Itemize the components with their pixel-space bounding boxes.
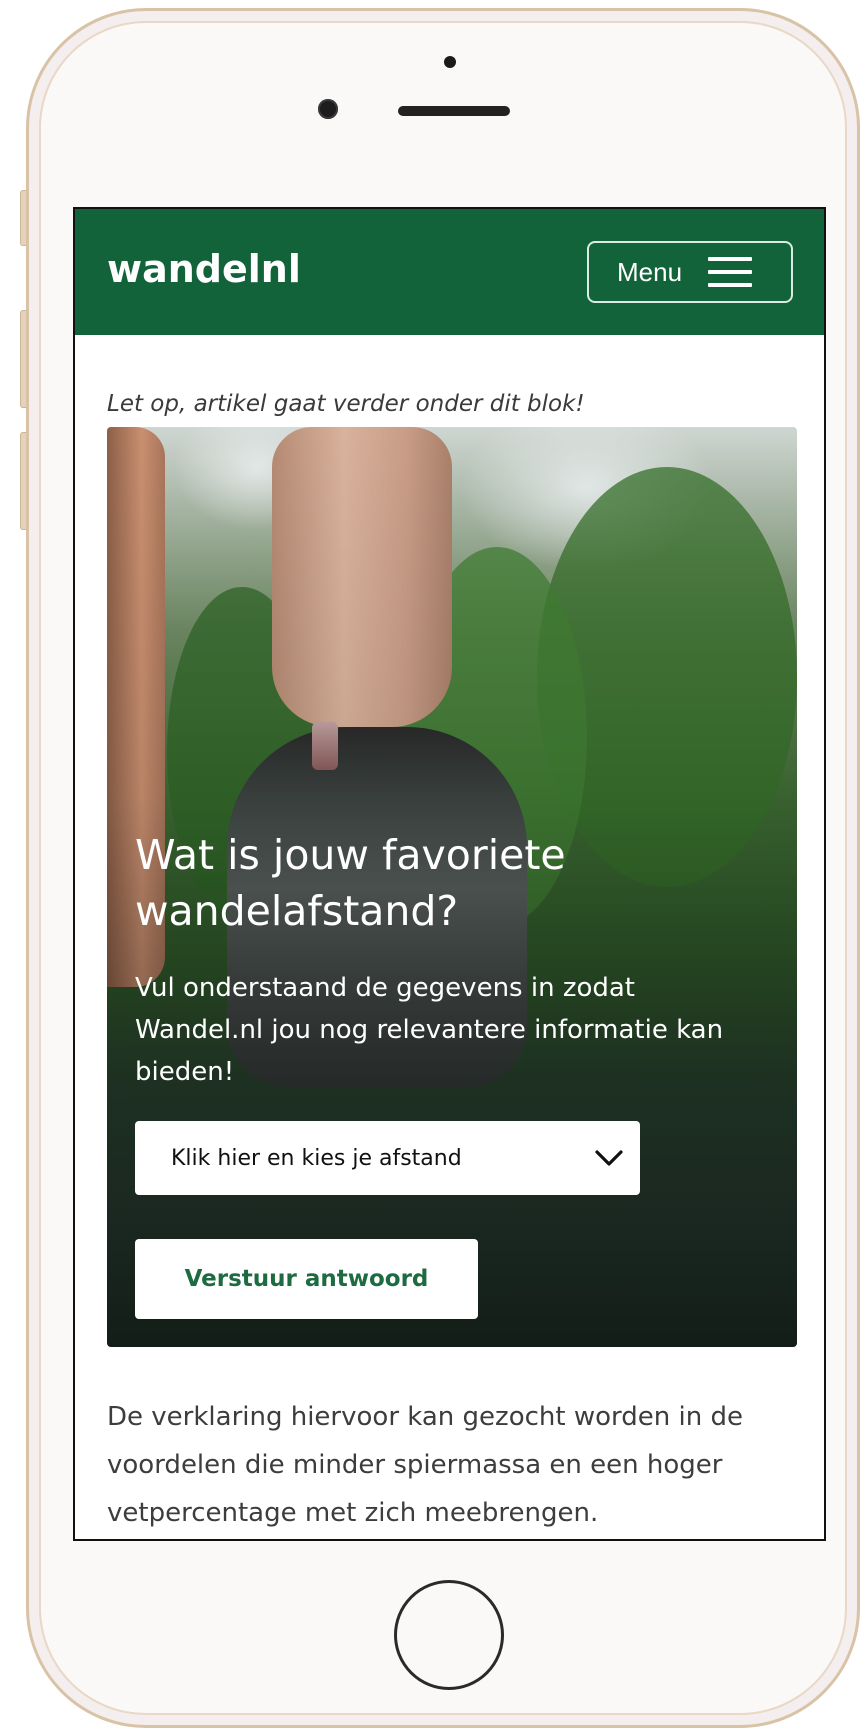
poll-subtitle: Vul onderstaand de gegevens in zodat Wan… bbox=[135, 973, 724, 1087]
phone-screen: wandelnl Menu Let op, artikel gaat verde… bbox=[73, 207, 826, 1541]
poll-title: Wat is jouw favoriete wandelafstand? bbox=[135, 831, 566, 935]
distance-select[interactable]: Klik hier en kies je afstand bbox=[135, 1121, 640, 1195]
menu-button-label: Menu bbox=[617, 256, 683, 287]
proximity-sensor bbox=[444, 56, 456, 68]
article-continues-notice: Let op, artikel gaat verder onder dit bl… bbox=[107, 391, 585, 417]
front-camera bbox=[318, 99, 338, 119]
home-button[interactable] bbox=[394, 1580, 504, 1690]
chevron-down-icon bbox=[595, 1150, 623, 1166]
distance-select-value: Klik hier en kies je afstand bbox=[171, 1145, 462, 1171]
site-header: wandelnl Menu bbox=[75, 209, 824, 335]
hamburger-icon bbox=[708, 257, 753, 287]
submit-answer-button[interactable]: Verstuur antwoord bbox=[135, 1239, 478, 1319]
device-stage: wandelnl Menu Let op, artikel gaat verde… bbox=[0, 0, 862, 1735]
menu-button[interactable]: Menu bbox=[587, 241, 793, 303]
site-logo[interactable]: wandelnl bbox=[107, 247, 301, 291]
poll-card: Wat is jouw favoriete wandelafstand? Vul… bbox=[107, 427, 797, 1347]
earpiece-speaker bbox=[398, 106, 510, 116]
article-paragraph: De verklaring hiervoor kan gezocht worde… bbox=[107, 1402, 743, 1528]
